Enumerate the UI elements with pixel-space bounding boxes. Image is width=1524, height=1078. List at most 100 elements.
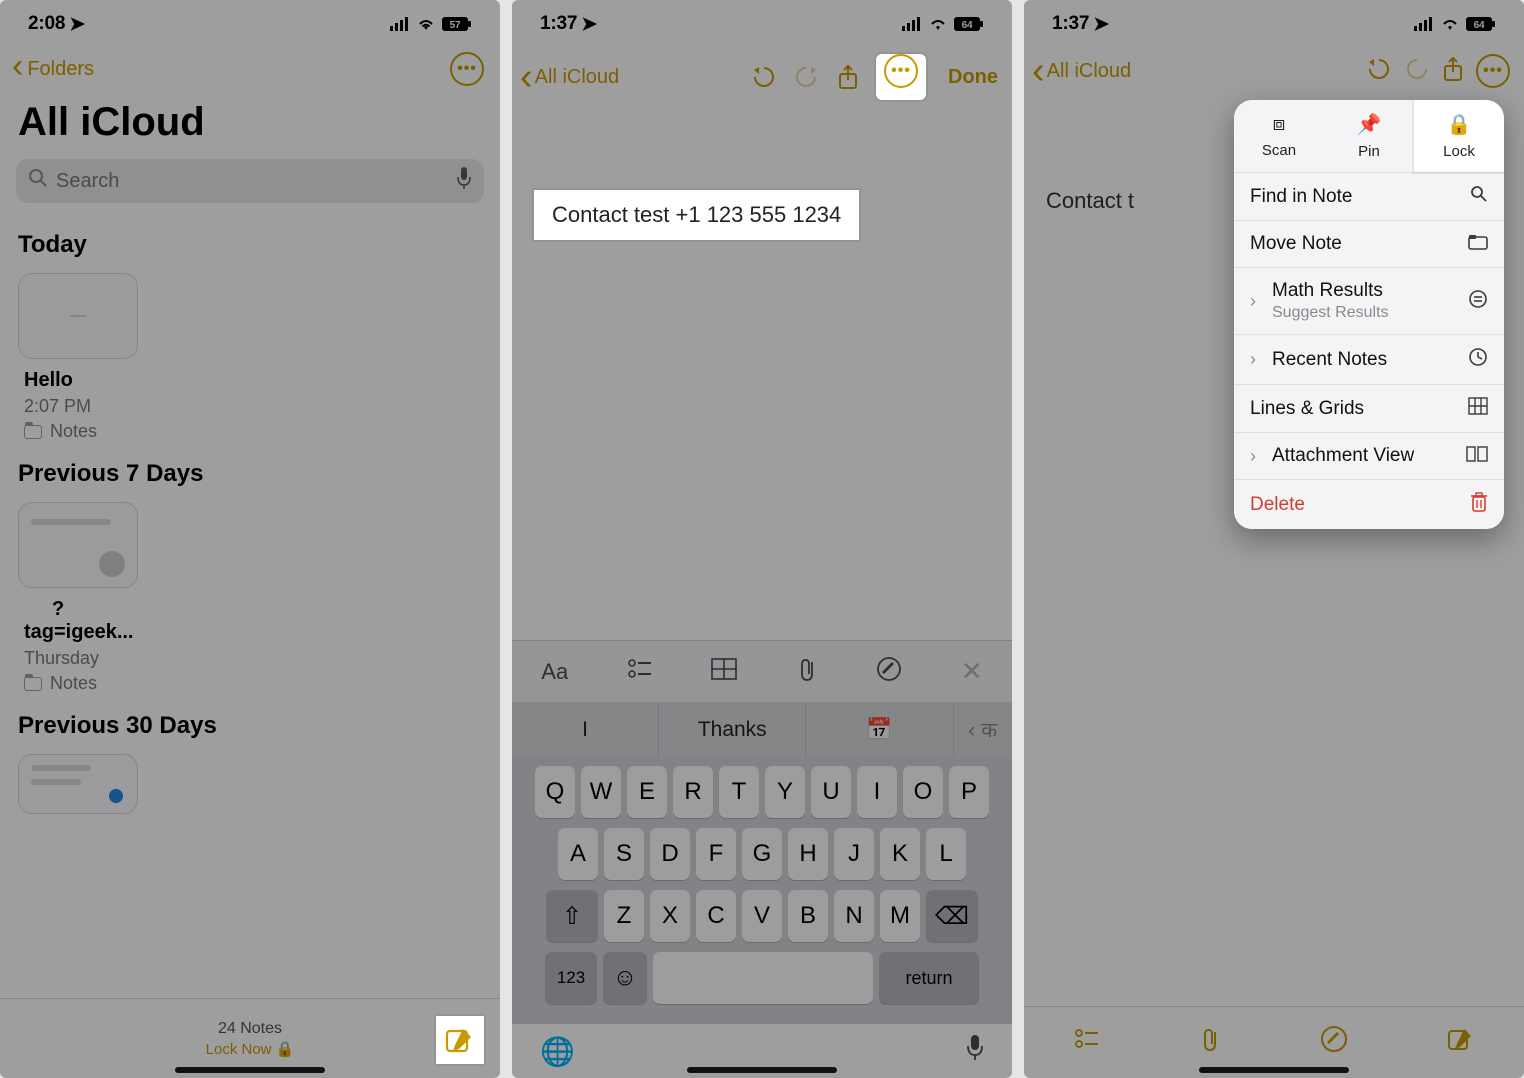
key-u[interactable]: U [811,766,851,818]
key-w[interactable]: W [581,766,621,818]
markup-button[interactable] [876,656,902,688]
compose-button[interactable] [436,1016,484,1064]
lock-action[interactable]: 🔒Lock [1414,100,1504,172]
find-in-note-action[interactable]: Find in Note [1234,172,1504,220]
cellular-icon [1414,17,1434,31]
share-button[interactable] [834,64,862,90]
search-input[interactable]: Search [16,159,484,203]
attachment-button[interactable] [1199,1026,1221,1059]
math-results-action[interactable]: › Math Results Suggest Results [1234,267,1504,334]
pin-action[interactable]: 📌Pin [1324,100,1414,172]
checklist-button[interactable] [627,658,653,686]
markup-button[interactable] [1320,1025,1348,1060]
checklist-button[interactable] [1074,1028,1100,1057]
key-v[interactable]: V [742,890,782,942]
key-t[interactable]: T [719,766,759,818]
home-indicator[interactable] [1199,1067,1349,1073]
key-d[interactable]: D [650,828,690,880]
move-note-action[interactable]: Move Note [1234,220,1504,267]
table-button[interactable] [711,658,737,686]
key-f[interactable]: F [696,828,736,880]
key-x[interactable]: X [650,890,690,942]
key-n[interactable]: N [834,890,874,942]
note-thumbnail[interactable] [18,754,138,814]
key-z[interactable]: Z [604,890,644,942]
key-j[interactable]: J [834,828,874,880]
numeric-key[interactable]: 123 [545,952,597,1004]
lines-grids-action[interactable]: Lines & Grids [1234,384,1504,432]
key-y[interactable]: Y [765,766,805,818]
undo-button[interactable] [1366,56,1392,87]
close-toolbar-button[interactable]: ✕ [961,656,983,687]
undo-button[interactable] [750,64,778,90]
wifi-icon [1440,17,1460,31]
more-options-button[interactable]: ••• [876,54,926,100]
note-item[interactable]: ? tag=igeek... Thursday Notes [0,596,500,694]
suggestion-3[interactable]: 📅 [806,702,953,758]
suggestion-lang[interactable]: ‹ क [954,702,1012,758]
cellular-icon [390,17,410,31]
emoji-key[interactable]: ☺ [603,952,647,1004]
scan-action[interactable]: ⧈Scan [1234,100,1324,172]
dictation-key[interactable] [966,1035,984,1068]
key-i[interactable]: I [857,766,897,818]
back-button[interactable]: All iCloud [1032,60,1131,83]
home-indicator[interactable] [175,1067,325,1073]
key-p[interactable]: P [949,766,989,818]
recent-notes-action[interactable]: › Recent Notes [1234,334,1504,384]
redo-button[interactable] [792,64,820,90]
key-g[interactable]: G [742,828,782,880]
globe-key[interactable]: 🌐 [540,1035,575,1068]
shift-key[interactable]: ⇧ [546,890,598,942]
note-thumbnail[interactable]: — [18,273,138,359]
key-s[interactable]: S [604,828,644,880]
more-options-button[interactable]: ••• [450,52,484,86]
backspace-key[interactable]: ⌫ [926,890,978,942]
chevron-right-icon: › [1250,291,1256,312]
lock-now-button[interactable]: Lock Now 🔒 [206,1040,295,1058]
back-button[interactable]: All iCloud [520,66,619,89]
footer-bar: 24 Notes Lock Now 🔒 [0,998,500,1078]
key-a[interactable]: A [558,828,598,880]
key-l[interactable]: L [926,828,966,880]
suggestion-2[interactable]: Thanks [659,702,806,758]
key-k[interactable]: K [880,828,920,880]
note-time: Thursday [24,648,476,669]
suggestion-1[interactable]: I [512,702,659,758]
note-time: 2:07 PM [24,396,476,417]
attachment-button[interactable] [796,656,818,688]
text-format-button[interactable]: Aa [541,659,568,685]
key-h[interactable]: H [788,828,828,880]
note-thumbnail[interactable] [18,502,138,588]
status-bar: 2:08 ➤ 57 [0,0,500,48]
screen-note-actionsheet: 1:37 ➤ 64 All iCloud ••• Contact t ⧈Scan… [1024,0,1524,1078]
key-m[interactable]: M [880,890,920,942]
key-c[interactable]: C [696,890,736,942]
delete-action[interactable]: Delete [1234,479,1504,529]
redo-button[interactable] [1404,56,1430,87]
return-key[interactable]: return [879,952,979,1004]
note-item[interactable]: Hello 2:07 PM Notes [0,367,500,442]
pin-icon: 📌 [1357,112,1382,137]
key-r[interactable]: R [673,766,713,818]
status-time: 2:08 [28,13,65,35]
compose-button[interactable] [1447,1025,1475,1060]
space-key[interactable] [653,952,873,1004]
done-button[interactable]: Done [948,66,998,89]
key-o[interactable]: O [903,766,943,818]
folder-icon [1468,234,1488,255]
note-content[interactable]: Contact test +1 123 555 1234 [512,100,1012,240]
wifi-icon [416,17,436,31]
attachment-view-action[interactable]: › Attachment View [1234,432,1504,479]
note-title: Hello [24,369,476,392]
more-options-button[interactable]: ••• [1476,54,1510,88]
page-title: All iCloud [0,86,500,153]
key-q[interactable]: Q [535,766,575,818]
key-e[interactable]: E [627,766,667,818]
back-to-folders[interactable]: Folders [12,55,94,83]
mic-icon[interactable] [456,167,472,195]
home-indicator[interactable] [687,1067,837,1073]
key-b[interactable]: B [788,890,828,942]
share-button[interactable] [1442,56,1464,87]
status-time: 1:37 [1052,13,1089,35]
